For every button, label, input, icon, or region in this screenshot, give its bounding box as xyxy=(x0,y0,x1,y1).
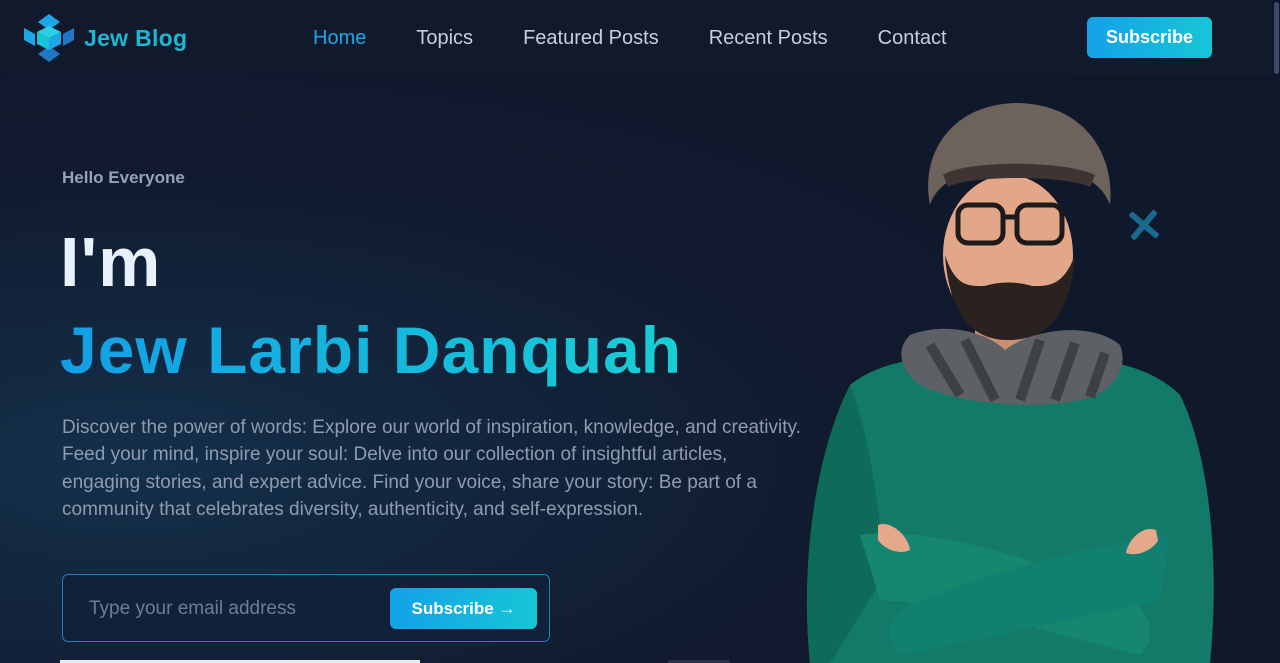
email-input[interactable] xyxy=(77,589,377,629)
subscribe-submit-button[interactable]: Subscribe → xyxy=(390,588,537,629)
subscribe-form: Subscribe → xyxy=(62,574,550,642)
nav-contact[interactable]: Contact xyxy=(878,27,947,50)
nav-featured-posts[interactable]: Featured Posts xyxy=(523,27,659,50)
top-navbar: Jew Blog Home Topics Featured Posts Rece… xyxy=(0,0,1280,76)
hero-portrait xyxy=(806,103,1214,663)
brand-name: Jew Blog xyxy=(84,24,188,51)
hero-greeting: Hello Everyone xyxy=(62,168,185,187)
main-nav: Home Topics Featured Posts Recent Posts … xyxy=(313,27,997,50)
page: Jew Blog Home Topics Featured Posts Rece… xyxy=(0,0,1280,663)
hero-description: Discover the power of words: Explore our… xyxy=(62,417,801,521)
header-subscribe-button[interactable]: Subscribe xyxy=(1087,17,1212,58)
hero-intro: I'm xyxy=(60,223,162,301)
brand-logo[interactable]: Jew Blog xyxy=(20,12,187,64)
nav-recent-posts[interactable]: Recent Posts xyxy=(709,27,828,50)
hero-name: Jew Larbi Danquah xyxy=(60,313,683,387)
scrollbar-thumb[interactable] xyxy=(1274,2,1279,74)
nav-topics[interactable]: Topics xyxy=(416,27,473,50)
nav-home[interactable]: Home xyxy=(313,27,366,50)
logo-icon xyxy=(24,14,74,62)
scrollbar[interactable] xyxy=(1272,0,1280,76)
